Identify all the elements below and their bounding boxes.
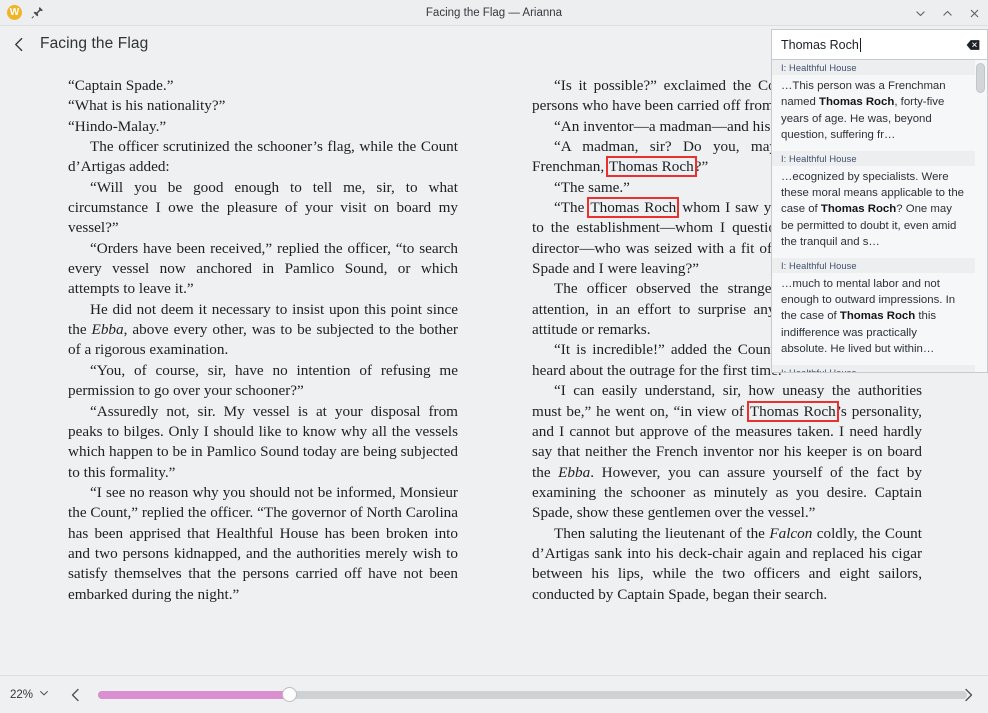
paragraph: “I can easily understand, sir, how uneas… (532, 381, 922, 523)
window-title: Facing the Flag — Arianna (0, 0, 988, 26)
search-result-match: Thomas Roch (821, 203, 896, 215)
search-match-highlight: Thomas Roch (749, 403, 837, 420)
search-result-chapter: I: Healthful House (772, 365, 975, 373)
paragraph: Then saluting the lieutenant of the Falc… (532, 524, 922, 605)
reading-progress-slider[interactable] (98, 691, 967, 699)
paragraph: The officer scrutinized the schooner’s f… (68, 137, 458, 178)
search-result-item[interactable]: …This person was a Frenchman named Thoma… (772, 75, 975, 151)
paragraph: “Will you be good enough to tell me, sir… (68, 178, 458, 239)
chevron-down-icon[interactable] (38, 686, 50, 704)
pin-icon[interactable] (31, 6, 44, 19)
close-button[interactable] (966, 5, 982, 21)
page-title: Facing the Flag (40, 35, 148, 53)
window-controls (912, 0, 982, 26)
search-results-scrollbar[interactable] (976, 63, 985, 369)
search-input[interactable]: Thomas Roch (771, 29, 988, 60)
paragraph: He did not deem it necessary to insist u… (68, 300, 458, 361)
app-logo-icon: W (7, 5, 22, 20)
maximize-button[interactable] (939, 5, 955, 21)
search-result-match: Thomas Roch (840, 310, 915, 322)
paragraph: “Assuredly not, sir. My vessel is at you… (68, 402, 458, 483)
paragraph: “I see no reason why you should not be i… (68, 483, 458, 605)
back-button[interactable] (4, 29, 34, 59)
minimize-button[interactable] (912, 5, 928, 21)
paragraph: “Captain Spade.” (68, 76, 458, 96)
paragraph: “What is his nationality?” (68, 96, 458, 116)
search-result-item[interactable]: …much to mental labor and not enough to … (772, 273, 975, 365)
title-bar: W Facing the Flag — Arianna (0, 0, 988, 26)
title-bar-left-icons: W (0, 5, 44, 20)
paragraph: “Orders have been received,” replied the… (68, 239, 458, 300)
search-results-list[interactable]: I: Healthful House…This person was a Fre… (771, 60, 988, 373)
paragraph: “You, of course, sir, have no intention … (68, 361, 458, 402)
slider-fill (98, 691, 289, 699)
search-results-scroll-area: I: Healthful House…This person was a Fre… (772, 60, 975, 373)
search-result-chapter: I: Healthful House (772, 258, 975, 273)
app-window: W Facing the Flag — Arianna (0, 0, 988, 713)
search-result-match: Thomas Roch (819, 96, 894, 108)
clear-search-icon[interactable] (966, 39, 980, 51)
search-result-chapter: I: Healthful House (772, 151, 975, 166)
scrollbar-thumb[interactable] (976, 63, 985, 93)
previous-page-button[interactable] (64, 683, 88, 707)
page-column-left: “Captain Spade.”“What is his nationality… (68, 76, 458, 605)
bottom-bar: 22% (0, 675, 988, 713)
search-match-highlight: Thomas Roch (589, 199, 677, 216)
zoom-control[interactable]: 22% (10, 686, 50, 704)
search-popover: Thomas Roch I: Healthful House…This pers… (771, 29, 988, 373)
next-page-button[interactable] (956, 683, 980, 707)
text-caret (860, 38, 861, 52)
search-result-chapter: I: Healthful House (772, 60, 975, 75)
search-match-highlight: Thomas Roch (608, 158, 695, 175)
slider-thumb[interactable] (282, 687, 297, 702)
search-input-value: Thomas Roch (772, 38, 859, 52)
search-result-item[interactable]: …ecognized by specialists. Were these mo… (772, 166, 975, 258)
zoom-level-value: 22% (10, 689, 33, 701)
paragraph: “Hindo-Malay.” (68, 117, 458, 137)
